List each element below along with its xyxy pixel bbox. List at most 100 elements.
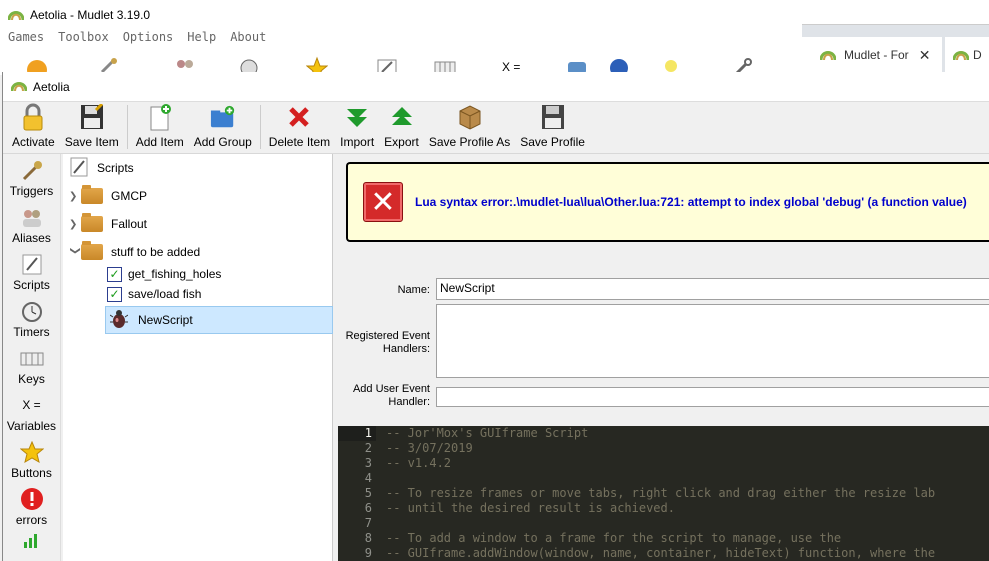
bug-icon [109, 309, 129, 332]
tree-item-newscript[interactable]: NewScript [105, 306, 333, 334]
mudlet-logo-icon [7, 7, 25, 24]
close-icon[interactable]: ✕ [919, 47, 931, 64]
main-window-title: Aetolia - Mudlet 3.19.0 [30, 8, 151, 22]
buttons-icon [19, 440, 45, 464]
triggers-icon [19, 158, 45, 182]
chevron-down-icon[interactable]: ❯ [70, 246, 81, 258]
sidebar-item-buttons[interactable]: Buttons [3, 436, 60, 483]
folder-icon [81, 241, 103, 260]
menu-options[interactable]: Options [123, 30, 174, 50]
editor-title: Aetolia [33, 79, 70, 94]
tree-item-get-fishing-holes[interactable]: ✓ get_fishing_holes [107, 264, 221, 284]
name-field[interactable]: NewScript [436, 278, 989, 300]
floppy-disk-icon [540, 103, 566, 131]
scripts-icon [69, 157, 89, 180]
activate-button[interactable]: Activate [7, 103, 60, 153]
category-sidebar: Triggers Aliases Scripts Timers Keys X =… [3, 154, 61, 561]
mudlet-logo-icon [952, 47, 970, 64]
save-profile-button[interactable]: Save Profile [515, 103, 590, 153]
sidebar-item-timers[interactable]: Timers [3, 295, 60, 342]
add-item-button[interactable]: Add Item [131, 103, 189, 153]
mudlet-logo-icon [10, 78, 28, 95]
code-line: 4 [364, 471, 372, 485]
active-checkbox-icon[interactable]: ✓ [107, 286, 122, 302]
sidebar-item-keys[interactable]: Keys [3, 342, 60, 389]
scripts-tree: Scripts ❯ GMCP ❯ Fallout ❯ stuff to be a… [63, 154, 333, 561]
toolbar-separator [259, 105, 261, 149]
keys-icon [19, 346, 45, 370]
timers-icon [19, 299, 45, 323]
import-arrow-icon [344, 103, 370, 131]
stats-icon [19, 534, 45, 548]
editor-titlebar: Aetolia [3, 72, 989, 102]
menu-about[interactable]: About [230, 30, 266, 50]
tree-folder-fallout[interactable]: ❯ Fallout [69, 212, 147, 236]
code-line: 5 -- To resize frames or move tabs, right… [364, 486, 936, 500]
sidebar-item-aliases[interactable]: Aliases [3, 201, 60, 248]
package-icon [457, 103, 483, 131]
add-group-icon [210, 103, 236, 131]
aliases-icon [19, 205, 45, 229]
editor-toolbar: Activate Save Item Add Item Add Group De… [3, 102, 989, 154]
browser-tab-label: Mudlet - For [844, 48, 909, 62]
sidebar-item-stats[interactable] [3, 530, 60, 550]
import-button[interactable]: Import [335, 103, 379, 153]
chevron-right-icon[interactable]: ❯ [69, 219, 81, 230]
lock-icon [20, 103, 46, 131]
error-message: Lua syntax error:.\mudlet-lua\lua\Other.… [415, 195, 967, 209]
add-user-event-handler-label: Add User Event Handler: [352, 383, 430, 408]
tree-item-label: save/load fish [128, 287, 202, 301]
sidebar-item-triggers[interactable]: Triggers [3, 154, 60, 201]
folder-label: Fallout [111, 217, 148, 231]
script-editor-window: Aetolia Activate Save Item Add Item Add … [2, 72, 989, 561]
browser-tab-second[interactable]: D [945, 37, 989, 73]
add-item-icon [147, 103, 173, 131]
tree-item-label: get_fishing_holes [128, 267, 222, 281]
code-line: 9 -- GUIframe.addWindow(window, name, con… [364, 546, 936, 560]
menu-toolbox[interactable]: Toolbox [58, 30, 109, 50]
folder-icon [81, 185, 103, 204]
code-editor[interactable]: 1 -- Jor'Mox's GUIframe Script 2 -- 3/07/2… [338, 426, 989, 561]
save-item-button[interactable]: Save Item [60, 103, 124, 153]
export-arrow-icon [389, 103, 415, 131]
name-label: Name: [397, 284, 430, 296]
folder-label: GMCP [111, 189, 147, 203]
errors-icon [19, 487, 45, 511]
main-toolbar-partial: X = [0, 52, 800, 80]
folder-label: stuff to be added [111, 245, 201, 259]
browser-tabstrip: Mudlet - For ✕ D [802, 24, 989, 73]
tree-item-save-load-fish[interactable]: ✓ save/load fish [107, 284, 201, 304]
save-profile-as-button[interactable]: Save Profile As [424, 103, 515, 153]
mudlet-logo-icon [819, 47, 837, 64]
browser-tab-mudlet-forum[interactable]: Mudlet - For ✕ [802, 37, 942, 73]
active-checkbox-icon[interactable]: ✓ [107, 266, 122, 282]
tree-item-label: NewScript [138, 313, 193, 327]
toolbar-separator [126, 105, 128, 149]
code-line: 8 -- To add a window to a frame for the s… [364, 531, 842, 545]
menu-help[interactable]: Help [187, 30, 216, 50]
tree-folder-gmcp[interactable]: ❯ GMCP [69, 184, 147, 208]
scripts-icon [19, 252, 45, 276]
tree-root-scripts[interactable]: Scripts [69, 156, 134, 180]
tree-folder-stuff-to-be-added[interactable]: ❯ stuff to be added [69, 240, 200, 264]
sidebar-item-scripts[interactable]: Scripts [3, 248, 60, 295]
error-banner: ✕ Lua syntax error:.\mudlet-lua\lua\Othe… [346, 162, 989, 242]
code-line: 1 -- Jor'Mox's GUIframe Script [338, 426, 989, 441]
folder-icon [81, 213, 103, 232]
add-group-button[interactable]: Add Group [189, 103, 257, 153]
main-menu-bar: Games Toolbox Options Help About [0, 30, 280, 50]
chevron-right-icon[interactable]: ❯ [69, 191, 81, 202]
browser-tab-label: D [973, 48, 982, 62]
delete-item-button[interactable]: Delete Item [264, 103, 335, 153]
menu-games[interactable]: Games [8, 30, 44, 50]
registered-event-handlers-label: Registered Event Handlers: [345, 330, 430, 355]
code-line: 2 -- 3/07/2019 [364, 441, 473, 455]
export-button[interactable]: Export [379, 103, 424, 153]
code-line: 7 [364, 516, 372, 530]
tree-root-label: Scripts [97, 161, 134, 175]
sidebar-item-variables[interactable]: X = Variables [3, 389, 60, 436]
add-user-event-handler-field[interactable] [436, 387, 989, 407]
save-item-icon [79, 103, 105, 131]
sidebar-item-errors[interactable]: errors [3, 483, 60, 530]
registered-event-handlers-list[interactable] [436, 304, 989, 378]
